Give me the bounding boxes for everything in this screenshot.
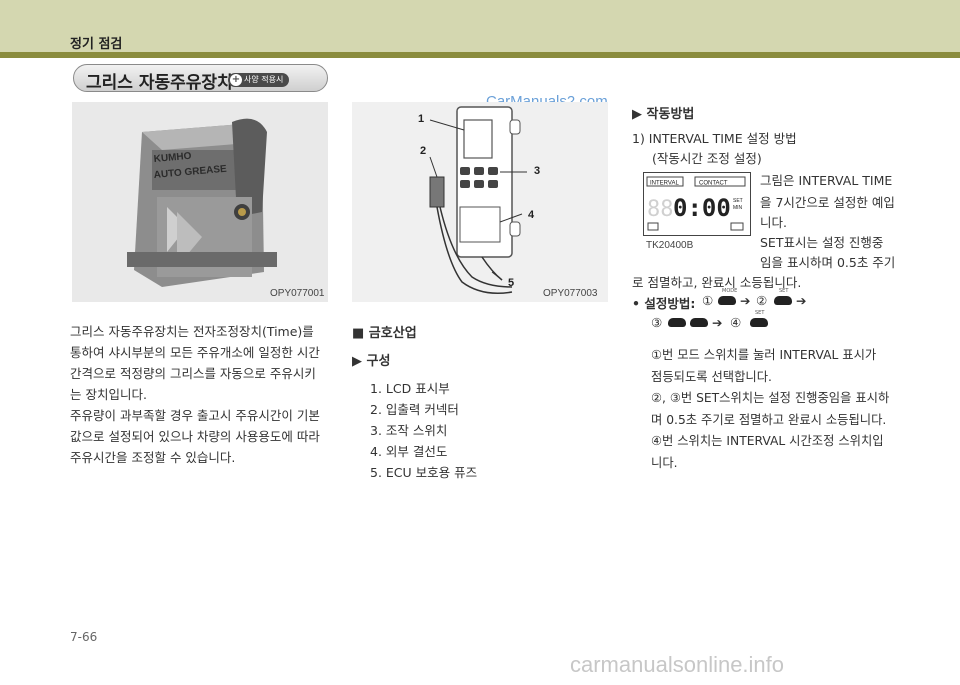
lcd-interval-label: INTERVAL [650,181,679,187]
method-step-4: ④ [730,315,742,330]
operation-heading: ▶ 작동방법 [632,107,695,122]
mode-button-label: MODE [722,288,738,294]
up-button-icon [690,318,708,327]
note-line-3: ②, ③번 SET스위치는 설정 진행중임을 표시하 [651,391,890,405]
method-arrow-3: ➔ [712,315,723,330]
note-line-4: 며 0.5초 주기로 점멸하고 완료시 소등됩니다. [651,412,887,427]
lcd-min-label: MIN [733,205,743,211]
component-item-5: 5. ECU 보호용 퓨즈 [370,465,478,480]
method-label: • 설정방법: [632,296,696,311]
note-line-5: ④번 스위치는 INTERVAL 시간조정 스위치입 [651,434,884,448]
set-button-icon-1 [774,296,792,305]
desc-line-1: 그림은 INTERVAL TIME [760,173,893,188]
desc-tail: 로 점멸하고, 완료시 소등됩니다. [632,275,802,290]
method-arrow-1: ➔ [740,293,751,308]
left-line-2: 통하여 샤시부분의 모든 주유개소에 일정한 시간 [70,345,320,360]
desc-line-5: 임을 표시하며 0.5초 주기 [760,255,896,270]
lcd-contact-label: CONTACT [699,181,728,187]
section-title: 그리스 자동주유장치 [86,73,233,93]
method-step-1: ① [702,293,714,308]
method-step-2: ② [756,293,768,308]
desc-line-4: SET표시는 설정 진행중 [760,235,884,250]
svg-text:88: 88 [647,197,674,222]
page-number: 7-66 [70,630,98,644]
figure-code-middle: OPY077003 [543,288,598,299]
method-step-3: ③ [651,315,663,330]
lcd-diagram: INTERVAL CONTACT 88 0:00 SET MIN [643,172,751,236]
grease-unit-illustration: KUMHO AUTO GREASE [72,102,328,302]
controller-diagram: 1 2 3 4 5 [352,102,608,302]
callout-4: 4 [528,209,535,221]
note-line-1: ①번 모드 스위치를 눌러 INTERVAL 표시가 [651,348,877,362]
left-line-7: 주유시간을 조정할 수 있습니다. [70,450,236,465]
left-line-4: 는 장치입니다. [70,387,147,402]
left-line-1: 그리스 자동주유장치는 전자조정장치(Time)를 [70,324,314,339]
lcd-set-label: SET [733,198,743,204]
component-item-2: 2. 입출력 커넥터 [370,402,459,417]
component-item-1: 1. LCD 표시부 [370,381,450,396]
grease-unit-photo: KUMHO AUTO GREASE [72,102,328,302]
callout-1: 1 [418,113,424,125]
method-arrow-2: ➔ [796,293,807,308]
notes-paragraph: ①번 모드 스위치를 눌러 INTERVAL 표시가 점등되도록 선택합니다. … [651,345,911,474]
controller-illustration: 1 2 3 4 5 [352,102,608,302]
step-1-subtitle: (작동시간 조정 설정) [652,151,762,166]
component-item-3: 3. 조작 스위치 [370,423,448,438]
set-button-icon-2 [750,318,768,327]
step-1-title: 1) INTERVAL TIME 설정 방법 [632,131,797,146]
callout-2: 2 [420,145,426,157]
option-badge-label: 사양 적용시 [244,75,284,84]
set-button-label-2: SET [755,310,765,316]
left-line-6: 값으로 설정되어 있으나 차량의 사용용도에 따라 [70,429,320,444]
component-item-4: 4. 외부 결선도 [370,444,448,459]
set-button-label-1: SET [779,288,789,294]
callout-5: 5 [508,277,514,289]
header-title: 정기 점검 [70,37,123,52]
desc-line-2: 을 7시간으로 설정한 예입 [760,195,895,210]
figure-code-right: TK20400B [646,240,694,251]
note-line-6: 니다. [651,455,678,470]
left-paragraph: 그리스 자동주유장치는 전자조정장치(Time)를 통하여 샤시부분의 모든 주… [70,321,335,468]
desc-line-3: 니다. [760,215,787,230]
header-band [0,0,960,52]
header-rule [0,52,960,58]
down-button-icon [668,318,686,327]
figure-code-left: OPY077001 [270,288,325,299]
callout-3: 3 [534,165,540,177]
lcd-time-digits: 0:00 [673,194,731,222]
lcd-illustration: INTERVAL CONTACT 88 0:00 SET MIN [643,172,751,236]
mode-button-icon [718,296,736,305]
components-heading: ▶ 구성 [352,354,391,369]
left-line-5: 주유량이 과부족할 경우 출고시 주유시간이 기본 [70,408,320,423]
plus-icon: + [230,74,242,86]
watermark-bottom: carmanualsonline.info [570,652,785,677]
note-line-2: 점등되도록 선택합니다. [651,369,772,384]
company-heading: ■ 금호산업 [352,326,417,341]
option-badge: + 사양 적용시 [228,73,290,87]
left-line-3: 간격으로 적정량의 그리스를 자동으로 주유시키 [70,366,316,381]
